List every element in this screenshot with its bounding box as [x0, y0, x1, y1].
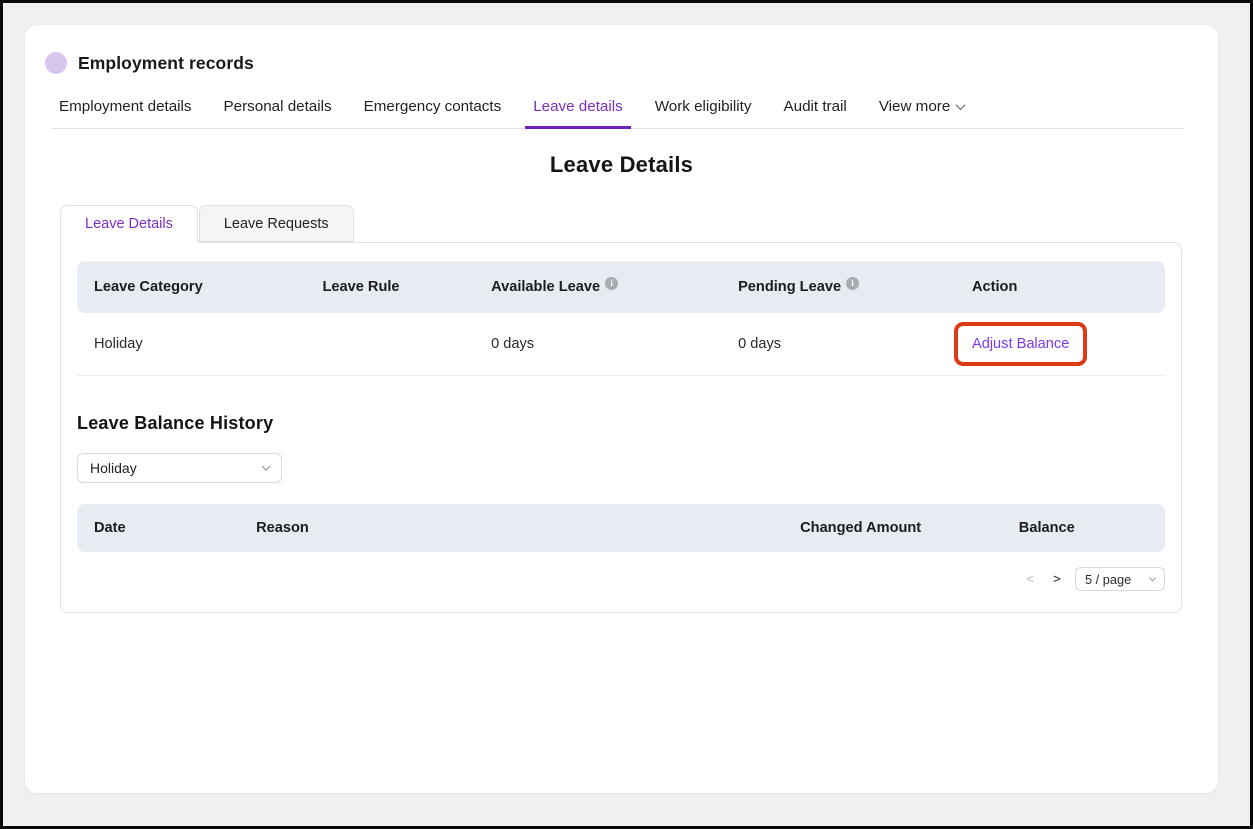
tab-audit-trail[interactable]: Audit trail — [776, 89, 855, 128]
tab-view-more[interactable]: View more — [871, 89, 972, 128]
col-date: Date — [77, 520, 239, 536]
tab-leave-details[interactable]: Leave details — [525, 89, 631, 129]
tab-work-eligibility[interactable]: Work eligibility — [647, 89, 760, 128]
leave-details-content: Leave Details Leave Requests Leave Categ… — [60, 205, 1182, 613]
subtab-leave-requests[interactable]: Leave Requests — [199, 205, 354, 242]
sub-tabs: Leave Details Leave Requests — [60, 205, 1182, 242]
col-pending-leave: Pending Leave — [721, 279, 955, 295]
col-changed-amount: Changed Amount — [783, 520, 1002, 536]
tab-emergency-contacts[interactable]: Emergency contacts — [356, 89, 510, 128]
page-size-value: 5 / page — [1085, 572, 1131, 587]
chevron-down-icon — [956, 100, 966, 110]
leave-table-header: Leave Category Leave Rule Available Leav… — [77, 261, 1165, 313]
card-header: Employment records — [25, 25, 1218, 74]
leave-details-panel: Leave Category Leave Rule Available Leav… — [60, 242, 1182, 613]
cell-pending-leave: 0 days — [721, 336, 955, 352]
col-leave-category: Leave Category — [77, 279, 305, 295]
leave-balance-history-heading: Leave Balance History — [77, 413, 1165, 434]
chevron-down-icon — [1149, 574, 1156, 581]
adjust-balance-link[interactable]: Adjust Balance — [972, 336, 1069, 352]
col-reason: Reason — [239, 520, 783, 536]
cell-available-leave: 0 days — [474, 336, 721, 352]
next-page-button[interactable]: > — [1048, 572, 1066, 587]
tab-employment-details[interactable]: Employment details — [51, 89, 200, 128]
employment-records-card: Employment records Employment details Pe… — [25, 25, 1218, 793]
pagination: < > 5 / page — [77, 567, 1165, 591]
category-filter-value: Holiday — [90, 460, 137, 476]
col-action: Action — [955, 279, 1165, 295]
annotation-highlight-box: Adjust Balance — [954, 322, 1087, 366]
prev-page-button[interactable]: < — [1021, 572, 1039, 587]
cell-action: Adjust Balance — [955, 322, 1165, 366]
subtab-leave-details[interactable]: Leave Details — [60, 205, 198, 243]
col-leave-rule: Leave Rule — [305, 279, 474, 295]
chevron-down-icon — [262, 462, 270, 470]
nav-tabs: Employment details Personal details Emer… — [51, 89, 1184, 129]
history-table-header: Date Reason Changed Amount Balance — [77, 504, 1165, 552]
pending-leave-info-icon[interactable] — [846, 277, 859, 290]
page-size-select[interactable]: 5 / page — [1075, 567, 1165, 591]
tab-personal-details[interactable]: Personal details — [216, 89, 340, 128]
avatar — [45, 52, 67, 74]
page-title: Employment records — [78, 53, 254, 74]
leave-details-heading: Leave Details — [25, 152, 1218, 178]
leave-table-row: Holiday 0 days 0 days Adjust Balance — [77, 313, 1165, 376]
available-leave-info-icon[interactable] — [605, 277, 618, 290]
category-filter-select[interactable]: Holiday — [77, 453, 282, 483]
cell-leave-category: Holiday — [77, 336, 305, 352]
col-available-leave: Available Leave — [474, 279, 721, 295]
screen-frame: Employment records Employment details Pe… — [0, 0, 1253, 829]
col-balance: Balance — [1002, 520, 1165, 536]
